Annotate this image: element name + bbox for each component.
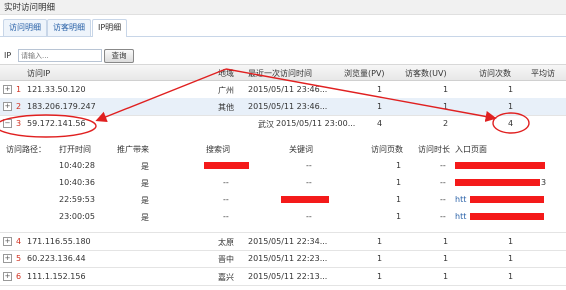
arrow-to-visits [225,68,497,122]
highlight-ellipse-visits [492,112,530,134]
annotation-overlay [0,68,530,138]
arrow-to-ip [95,68,227,123]
highlight-ellipse-ip [0,114,97,138]
